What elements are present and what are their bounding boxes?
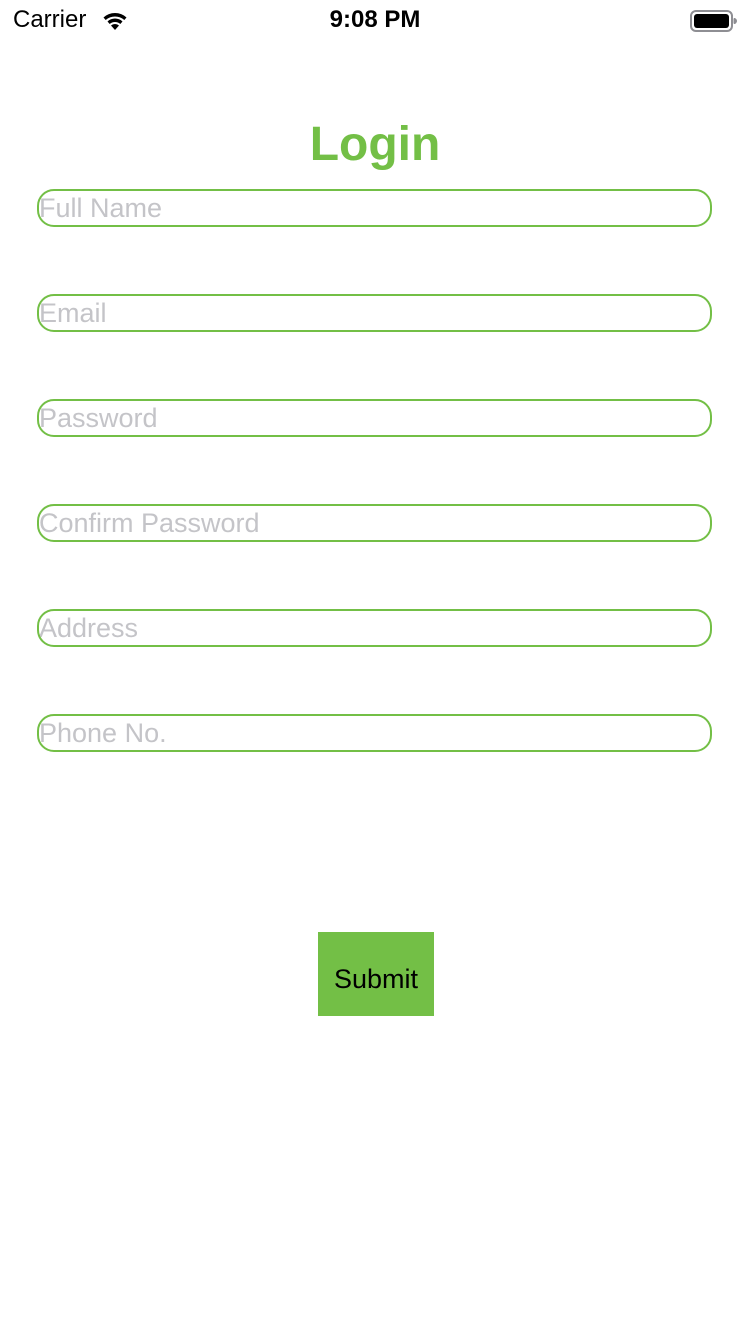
page-title: Login <box>309 118 441 171</box>
email-field[interactable] <box>37 294 712 332</box>
full-name-field[interactable] <box>37 189 712 227</box>
phone-field[interactable] <box>37 714 712 752</box>
address-field[interactable] <box>37 609 712 647</box>
confirm-password-field[interactable] <box>37 504 712 542</box>
status-bar: Carrier 9:08 PM <box>0 0 750 40</box>
status-time: 9:08 PM <box>329 6 421 33</box>
battery-icon <box>690 10 737 32</box>
password-field[interactable] <box>37 399 712 437</box>
submit-button[interactable]: Submit <box>318 932 434 1016</box>
